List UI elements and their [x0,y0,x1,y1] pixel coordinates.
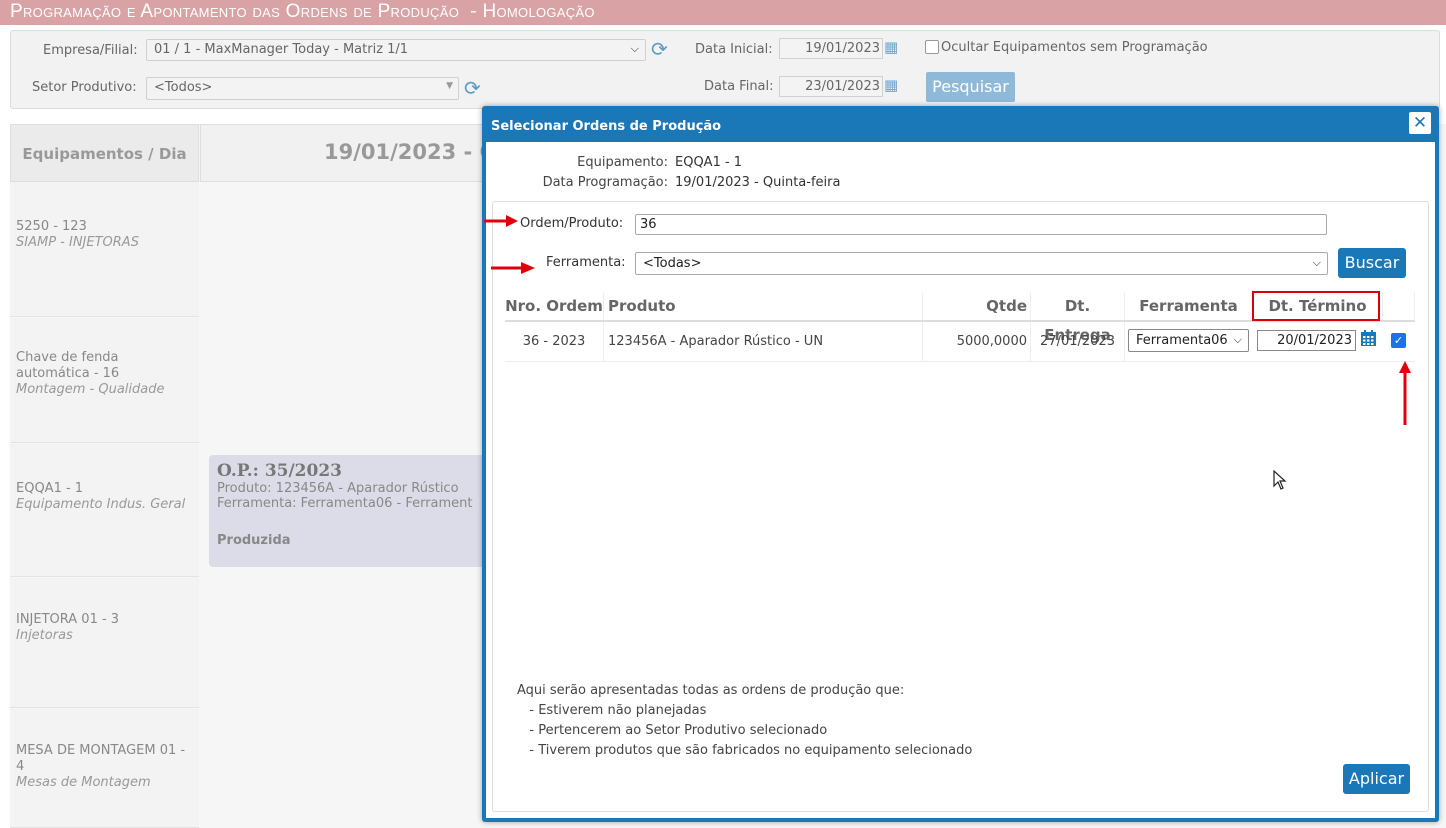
equipment-info-value: EQQA1 - 1 [675,155,743,170]
equipment-row[interactable]: INJETORA 01 - 3 Injetoras [10,578,199,708]
calendar-icon[interactable]: ▦ [884,76,898,94]
equipment-name: MESA DE MONTAGEM 01 - 4 [16,743,186,774]
sector-select[interactable]: <Todos> ▼ [146,77,459,100]
notes-item: - Tiverem produtos que são fabricados no… [517,743,973,758]
company-select[interactable]: 01 / 1 - MaxManager Today - Matriz 1/1 ⌵ [146,39,646,61]
column-header-qty: Qtde [923,292,1031,321]
grid-header-day: 19/01/2023 - Qu [200,124,490,182]
row-tool-select[interactable]: Ferramenta06 ⌵ [1128,329,1249,352]
company-label: Empresa/Filial: [43,43,138,58]
equipment-row[interactable]: 5250 - 123 SIAMP - INJETORAS [10,182,199,317]
arrow-right-icon [491,260,535,279]
order-product-label: Ordem/Produto: [520,216,624,231]
calendar-icon[interactable]: ▦ [884,38,898,56]
refresh-icon[interactable]: ⟳ [464,78,481,98]
column-header-delivery: Dt. Entrega [1031,292,1125,344]
production-order-card[interactable]: O.P.: 35/2023 Produto: 123456A - Aparado… [209,455,489,567]
calendar-icon[interactable] [1360,330,1377,351]
end-date-highlight-box [1252,291,1380,321]
equipment-sector: Mesas de Montagem [16,775,151,790]
apply-button[interactable]: Aplicar [1343,764,1410,794]
arrow-up-icon [1398,361,1412,429]
search-button[interactable]: Pesquisar [926,72,1015,102]
close-icon[interactable]: ✕ [1409,112,1431,134]
sector-select-value: <Todos> [154,80,213,95]
column-header-tool: Ferramenta [1125,292,1253,321]
sector-label: Setor Produtivo: [32,80,137,95]
equipment-name: EQQA1 - 1 [16,481,84,496]
equipment-sector: Montagem - Qualidade [16,382,165,397]
dialog-notes: Aqui serão apresentadas todas as ordens … [517,681,972,761]
op-card-title: O.P.: 35/2023 [217,461,342,481]
schedule-date-value: 19/01/2023 - Quinta-feira [675,175,841,190]
hide-equipment-checkbox[interactable] [925,40,939,54]
tool-label: Ferramenta: [546,255,626,270]
column-header-select [1383,292,1415,321]
mouse-cursor-icon [1273,469,1287,494]
op-card-product: Produto: 123456A - Aparador Rústico [217,481,459,496]
order-product-input[interactable]: 36 [635,214,1327,235]
hide-equipment-label: Ocultar Equipamentos sem Programação [941,40,1208,55]
equipment-sector: Equipamento Indus. Geral [16,497,186,512]
cell-order: 36 - 2023 [505,322,604,361]
end-date-label: Data Final: [704,79,774,94]
equipment-row[interactable]: EQQA1 - 1 Equipamento Indus. Geral [10,444,199,577]
start-date-label: Data Inicial: [695,42,773,57]
equipment-info-label: Equipamento: [577,155,668,170]
chevron-down-icon: ⌵ [1312,256,1321,269]
notes-item: - Pertencerem ao Setor Produtivo selecio… [517,723,828,738]
equipment-name: 5250 - 123 [16,219,87,234]
op-card-tool: Ferramenta: Ferramenta06 - Ferrament [217,496,473,511]
notes-item: - Estiverem não planejadas [517,703,707,718]
buscar-button[interactable]: Buscar [1338,248,1406,278]
dialog-title: Selecionar Ordens de Produção [491,119,722,134]
cell-product: 123456A - Aparador Rústico - UN [604,322,923,361]
start-date-input[interactable]: 19/01/2023 [779,38,883,59]
cell-qty: 5000,0000 [923,322,1031,361]
grid-header-equipment: Equipamentos / Dia [10,124,199,182]
equipment-sector: SIAMP - INJETORAS [16,235,139,250]
company-select-value: 01 / 1 - MaxManager Today - Matriz 1/1 [154,42,409,57]
tool-filter-value: <Todas> [643,256,702,271]
row-end-date-input[interactable]: 20/01/2023 [1257,330,1356,351]
arrow-right-icon [484,213,518,232]
schedule-date-label: Data Programação: [542,175,668,190]
row-tool-value: Ferramenta06 [1136,333,1228,348]
caret-down-icon: ▼ [446,81,453,91]
cell-delivery: 27/01/2023 [1031,322,1125,361]
row-select-checkbox[interactable]: ✓ [1391,333,1406,348]
tool-filter-select[interactable]: <Todas> ⌵ [635,252,1328,275]
column-header-product: Produto [604,292,923,321]
page-title: Programação e Apontamento das Ordens de … [0,0,1446,25]
column-header-order: Nro. Ordem [505,292,604,321]
end-date-input[interactable]: 23/01/2023 [779,76,883,97]
op-card-status: Produzida [217,533,291,548]
equipment-name: Chave de fenda automática - 16 [16,350,120,381]
notes-intro: Aqui serão apresentadas todas as ordens … [517,683,905,698]
equipment-row[interactable]: Chave de fenda automática - 16 Montagem … [10,318,199,443]
table-row-divider [505,361,1415,362]
refresh-icon[interactable]: ⟳ [651,39,668,59]
chevron-down-icon: ⌵ [630,42,639,55]
equipment-sector: Injetoras [16,628,73,643]
chevron-down-icon: ⌵ [1231,333,1242,347]
equipment-row[interactable]: MESA DE MONTAGEM 01 - 4 Mesas de Montage… [10,709,199,828]
equipment-name: INJETORA 01 - 3 [16,612,120,627]
